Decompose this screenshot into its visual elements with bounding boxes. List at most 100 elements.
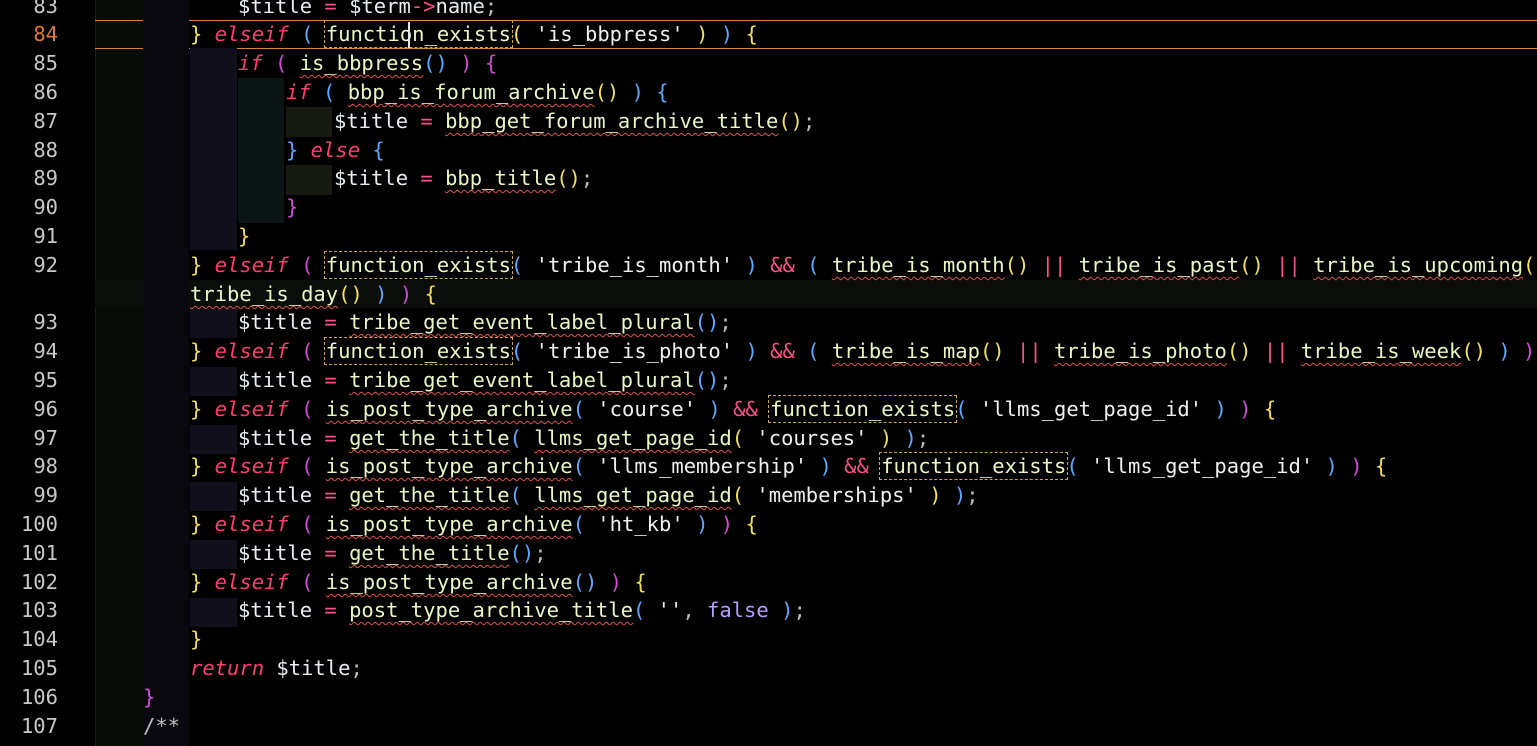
code-line[interactable]: } elseif ( is_post_type_archive() ) { [190,568,647,597]
code-editor[interactable]: 83 84 85 86 87 88 89 90 91 92 93 94 95 96 97 98 99 100 101… [0,0,1537,746]
code-token: ) [399,282,413,306]
code-line[interactable]: /** [143,712,180,741]
code-line[interactable]: } [238,222,250,251]
code-token: $title [238,598,313,622]
line-number: 92 [33,253,58,277]
line-number: 83 [33,0,58,18]
code-line[interactable]: $title = get_the_title( llms_get_page_id… [238,424,929,453]
line-number: 87 [33,109,58,133]
code-line[interactable]: if ( bbp_is_forum_archive() ) { [286,78,669,107]
code-line[interactable]: } elseif ( function_exists( 'tribe_is_ph… [190,337,1537,366]
code-line[interactable]: $title = bbp_get_forum_archive_title(); [334,107,815,136]
code-token: ) [460,51,473,75]
code-token: } [190,253,203,277]
code-token: ( [301,570,314,594]
code-line[interactable]: } [143,683,155,712]
function-token: bbp_title [445,166,557,190]
code-line[interactable]: $title = bbp_title(); [334,164,593,193]
code-token: () [1523,253,1537,277]
code-line[interactable]: if ( is_bbpress() ) { [238,49,497,78]
code-token: $title [238,0,313,18]
code-line[interactable]: } elseif ( is_post_type_archive( 'llms_m… [190,452,1387,481]
code-token: 'tribe_is_photo' [523,339,746,363]
code-line[interactable]: $title = get_the_title(); [238,539,547,568]
code-line[interactable]: } elseif ( function_exists( 'tribe_is_mo… [190,251,1537,280]
code-line[interactable]: tribe_is_day() ) ) { [190,280,437,309]
code-token: } [190,627,203,651]
code-token: ) [819,454,832,478]
code-token: && [757,253,808,277]
code-token: else [298,138,361,162]
code-token: } [286,195,299,219]
code-token: 'ht_kb' [584,512,697,536]
code-token: = [408,109,446,133]
code-line[interactable]: return $title; [190,654,363,683]
code-line[interactable]: } elseif ( is_post_type_archive( 'ht_kb'… [190,510,758,539]
code-token: 'tribe_is_month' [523,253,746,277]
function-token: is_post_type_archive [325,454,573,478]
code-line[interactable]: $title = post_type_archive_title( '', fa… [238,596,806,625]
code-line[interactable]: $title = $term->name; [238,0,497,21]
code-line[interactable]: } [286,193,298,222]
code-line[interactable]: } else { [286,136,385,165]
function-token: bbp_get_forum_archive_title [445,109,779,133]
function-token: llms_get_page_id [534,483,732,507]
line-number: 91 [33,224,58,248]
code-token: ( [807,339,820,363]
line-number: 98 [33,454,58,478]
code-line[interactable]: $title = tribe_get_event_label_plural(); [238,366,732,395]
code-line[interactable]: } elseif ( function_exists( 'is_bbpress'… [190,20,758,49]
code-line[interactable]: $title = tribe_get_event_label_plural(); [238,308,732,337]
code-token: ( [301,512,314,536]
code-token: ; [484,0,498,18]
code-token: ) [1239,397,1252,421]
line-number: 93 [33,310,58,334]
code-token: , [682,598,695,622]
line-number: 102 [20,570,58,594]
code-token: ( [572,454,585,478]
code-token: ) [720,512,734,536]
code-token: 'course' [584,397,709,421]
code-token: () [694,310,720,334]
code-token: $title [334,109,409,133]
code-line[interactable]: } elseif ( is_post_type_archive( 'course… [190,395,1276,424]
code-token: ; [916,426,930,450]
code-token: } [190,397,203,421]
indent-band-line93 [190,309,237,338]
code-token: /** [143,714,181,738]
function-token: is_bbpress [299,51,424,75]
code-token: ; [580,166,594,190]
indent-band-level1 [143,0,189,746]
code-token: 'llms_get_page_id' [967,397,1215,421]
line-number: 100 [20,512,58,536]
code-token: elseif [202,397,289,421]
code-token: false [694,598,769,622]
code-token: ; [719,310,732,334]
indent-band-line89 [286,165,332,195]
code-token: ) [745,253,758,277]
code-line[interactable]: } [190,625,202,654]
line-number: 89 [33,166,58,190]
code-token: '' [645,598,683,622]
code-token: } [190,339,203,363]
indent-band-line99 [190,482,237,511]
code-token: } [238,224,251,248]
code-token: 'llms_get_page_id' [1078,454,1326,478]
code-token: ) [720,22,734,46]
code-line[interactable]: $title = get_the_title( llms_get_page_id… [238,481,979,510]
code-token: { [372,138,385,162]
